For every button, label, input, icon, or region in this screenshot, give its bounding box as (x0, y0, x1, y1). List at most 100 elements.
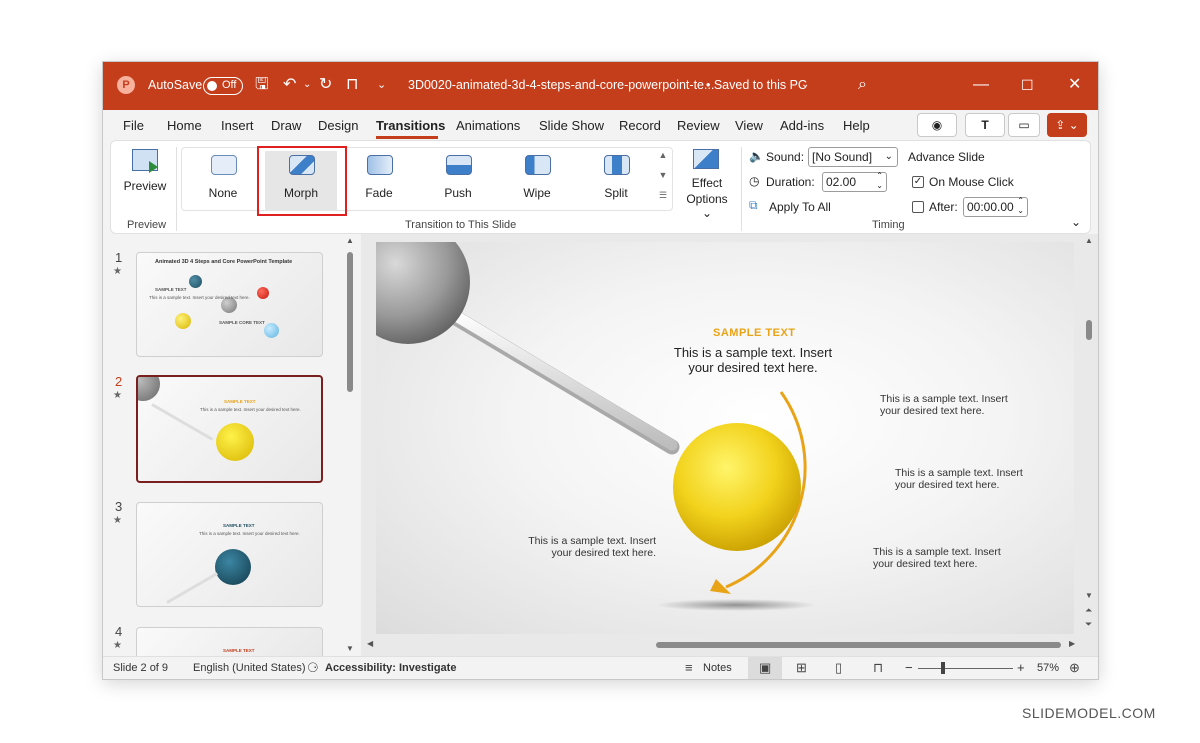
gallery-scroll-up-icon[interactable]: ▲ (657, 150, 669, 166)
side-text-top-right[interactable]: This is a sample text. Insert your desire… (880, 393, 1040, 417)
side-text-bottom-left[interactable]: This is a sample text. Insert your desire… (526, 535, 656, 559)
tab-animations[interactable]: Animations (456, 118, 520, 133)
transition-fade[interactable]: Fade (343, 151, 415, 211)
tab-insert[interactable]: Insert (221, 118, 254, 133)
notes-button[interactable]: Notes (703, 662, 732, 674)
thumb-sphere-yellow (175, 313, 191, 329)
tab-slide-show[interactable]: Slide Show (539, 118, 604, 133)
zoom-slider-thumb[interactable] (941, 662, 945, 674)
transition-none[interactable]: None (187, 151, 259, 211)
slide-thumbnail-4[interactable]: SAMPLE TEXT (136, 627, 323, 656)
accessibility-status[interactable]: Accessibility: Investigate (325, 662, 456, 674)
tab-review[interactable]: Review (677, 118, 720, 133)
reading-view-icon[interactable]: ▯ (835, 660, 842, 676)
tab-help[interactable]: Help (843, 118, 870, 133)
record-button[interactable]: ◉ (917, 113, 957, 137)
customize-toolbar-icon[interactable]: ⌄ (377, 76, 386, 94)
scroll-right-icon[interactable]: ▶ (1069, 639, 1075, 648)
share-button[interactable]: ⇪ ⌄ (1047, 113, 1087, 137)
editor-horizontal-scrollbar[interactable] (656, 642, 1061, 648)
after-label: After: (929, 200, 958, 214)
transition-none-label: None (208, 186, 238, 200)
gallery-more-icon[interactable]: ☰ (657, 190, 669, 206)
tab-draw[interactable]: Draw (271, 118, 301, 133)
slide-thumbnail-1[interactable]: Animated 3D 4 Steps and Core PowerPoint … (136, 252, 323, 357)
notes-icon[interactable]: ≡ (685, 660, 693, 675)
zoom-in-icon[interactable]: + (1017, 660, 1025, 675)
duration-value: 02.00 (826, 175, 857, 189)
language-indicator[interactable]: English (United States) (193, 662, 306, 674)
undo-icon[interactable]: ↶ (283, 76, 296, 94)
spinner-icon[interactable]: ⌃ ⌄ (1017, 196, 1024, 216)
tab-design[interactable]: Design (318, 118, 358, 133)
duration-field[interactable]: 02.00 ⌃ ⌄ (822, 171, 887, 192)
tab-home[interactable]: Home (167, 118, 202, 133)
apply-to-all-button[interactable]: Apply To All (769, 200, 831, 214)
tab-view[interactable]: View (735, 118, 763, 133)
timing-group-label: Timing (872, 219, 905, 231)
slide-thumbnail-3[interactable]: SAMPLE TEXT This is a sample text. Inser… (136, 502, 323, 607)
save-icon[interactable]: 🖫 (255, 76, 269, 94)
gallery-scroll-down-icon[interactable]: ▼ (657, 170, 669, 186)
accessibility-icon[interactable]: ⚆ (307, 660, 319, 676)
side-text-middle-right[interactable]: This is a sample text. Insert your desire… (895, 467, 1055, 491)
slide-thumbnail-2[interactable]: SAMPLE TEXT This is a sample text. Inser… (136, 375, 323, 483)
thumb-sphere-yellow (216, 423, 254, 461)
previous-slide-icon[interactable]: ⏶ (1085, 605, 1092, 616)
on-mouse-click-checkbox[interactable]: ✓ (912, 176, 924, 188)
minimize-icon[interactable]: — (973, 76, 989, 94)
maximize-icon[interactable]: ☐ (1021, 76, 1034, 94)
search-icon[interactable]: ⌕ (858, 76, 867, 94)
transition-group-label: Transition to This Slide (405, 219, 517, 231)
scroll-left-icon[interactable]: ◀ (367, 639, 373, 648)
after-checkbox[interactable] (912, 201, 924, 213)
present-icon[interactable]: ⊓ (346, 76, 358, 94)
comments-button[interactable]: ▭ (1008, 113, 1040, 137)
powerpoint-window: P AutoSave Off 🖫 ↶ ⌄ ↻ ⊓ ⌄ 3D0020-animat… (103, 62, 1098, 679)
slide-sorter-icon[interactable]: ⊞ (796, 660, 807, 676)
tab-file[interactable]: File (123, 118, 144, 133)
spinner-icon[interactable]: ⌃ ⌄ (876, 171, 883, 191)
file-name[interactable]: 3D0020-animated-3d-4-steps-and-core-powe… (408, 78, 714, 92)
transition-push[interactable]: Push (422, 151, 494, 211)
close-icon[interactable]: ✕ (1068, 76, 1081, 94)
scroll-down-icon[interactable]: ▼ (346, 644, 354, 653)
collapse-ribbon-icon[interactable]: ⌄ (1071, 215, 1081, 229)
transition-split[interactable]: Split (580, 151, 652, 211)
editor-vertical-scrollbar[interactable] (1086, 320, 1092, 340)
slide-thumbnail-pane: 1 ★ Animated 3D 4 Steps and Core PowerPo… (103, 234, 361, 656)
ribbon: Preview Preview None Morph Fade Push Wip… (110, 140, 1091, 234)
tab-record[interactable]: Record (619, 118, 661, 133)
zoom-out-icon[interactable]: − (905, 660, 913, 675)
after-time-field[interactable]: 00:00.00 ⌃ ⌄ (963, 196, 1028, 217)
scroll-down-icon[interactable]: ▼ (1085, 591, 1093, 600)
chevron-down-icon[interactable]: ⌄ (303, 76, 311, 94)
next-slide-icon[interactable]: ⏷ (1085, 619, 1092, 630)
side-text-bottom-right[interactable]: This is a sample text. Insert your desire… (873, 546, 1033, 570)
slide-artwork (376, 242, 816, 611)
autosave-toggle[interactable]: Off (203, 77, 243, 95)
sound-dropdown[interactable]: [No Sound] ⌄ (808, 147, 898, 167)
tab-transitions[interactable]: Transitions (376, 118, 445, 133)
teams-button[interactable]: T (965, 113, 1005, 137)
slideshow-view-icon[interactable]: ⊓ (873, 660, 883, 676)
transition-push-label: Push (444, 186, 472, 200)
effect-options-button[interactable]: Effect Options ⌄ (681, 149, 733, 220)
slide-main-text[interactable]: This is a sample text. Insert your desir… (643, 345, 863, 375)
scroll-up-icon[interactable]: ▲ (346, 236, 354, 245)
preview-button[interactable]: Preview (121, 149, 169, 199)
zoom-level[interactable]: 57% (1037, 662, 1059, 674)
main-text-line-2: your desired text here. (688, 360, 818, 375)
slide-sample-title[interactable]: SAMPLE TEXT (713, 327, 796, 339)
zoom-slider-track[interactable] (918, 668, 1013, 669)
thumb-sample-text: SAMPLE TEXT (224, 399, 256, 404)
redo-icon[interactable]: ↻ (319, 76, 332, 94)
current-slide[interactable]: SAMPLE TEXT This is a sample text. Inser… (376, 242, 1074, 634)
fit-to-window-icon[interactable]: ⊕ (1069, 660, 1080, 676)
tab-add-ins[interactable]: Add-ins (780, 118, 824, 133)
chevron-down-icon[interactable]: ⌄ (801, 76, 809, 94)
transition-wipe[interactable]: Wipe (501, 151, 573, 211)
save-status[interactable]: • Saved to this PC (706, 78, 807, 92)
thumbnail-scrollbar[interactable] (347, 252, 353, 392)
scroll-up-icon[interactable]: ▲ (1085, 236, 1093, 245)
